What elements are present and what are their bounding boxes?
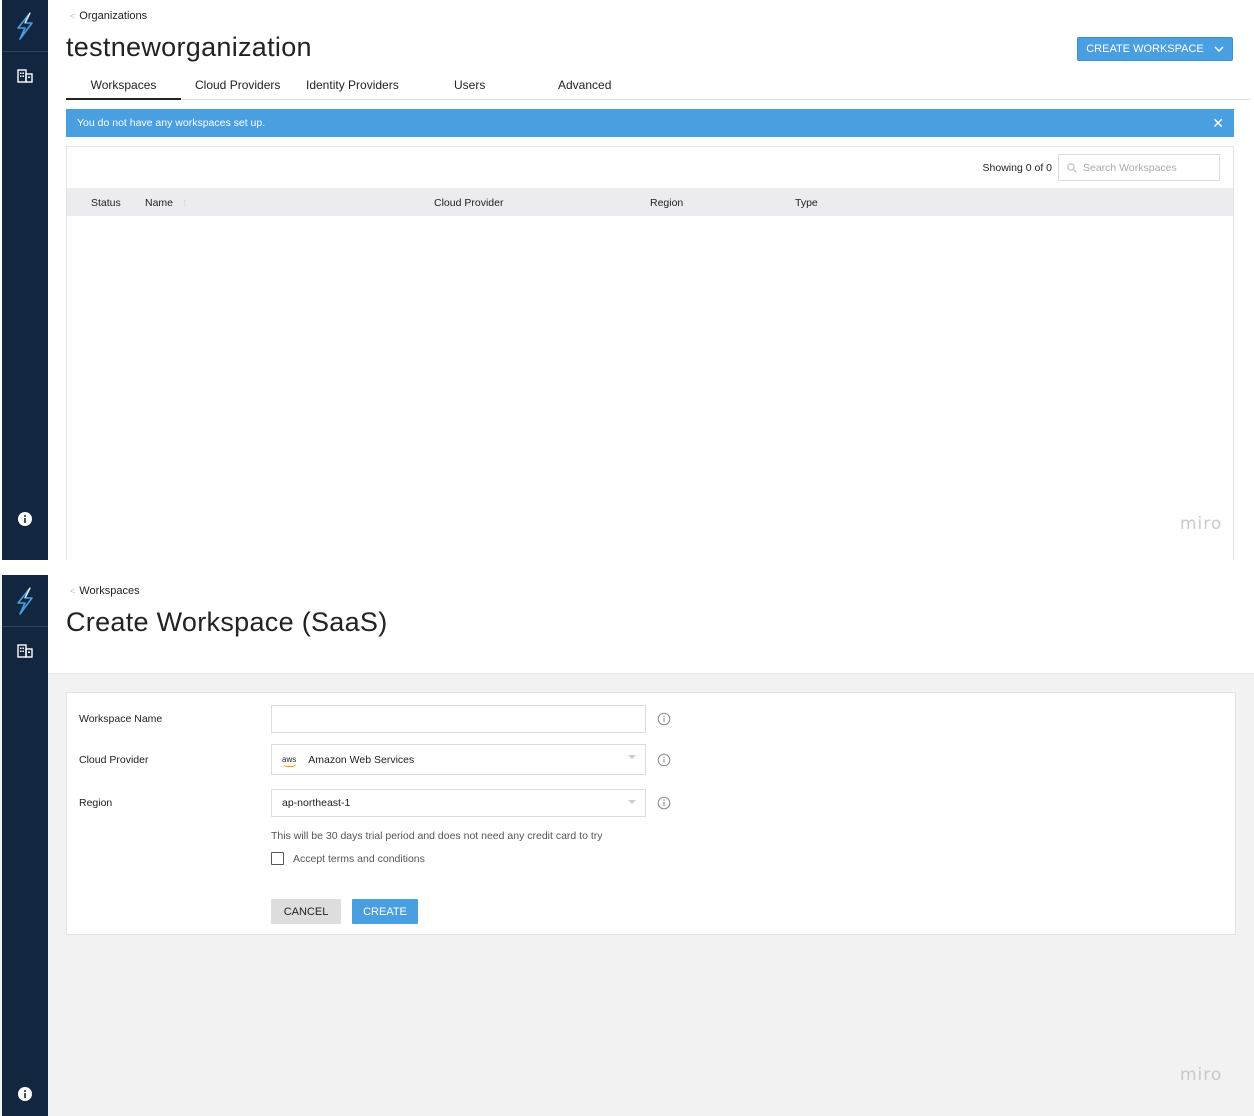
chevron-left-icon: < [70, 586, 76, 596]
chevron-left-icon: < [70, 11, 76, 21]
search-placeholder: Search Workspaces [1083, 161, 1177, 174]
accept-terms-checkbox[interactable]: Accept terms and conditions [271, 852, 425, 865]
breadcrumb-workspaces[interactable]: Workspaces [79, 585, 139, 597]
column-cloud-provider[interactable]: Cloud Provider [434, 197, 503, 209]
result-count: Showing 0 of 0 [982, 162, 1052, 174]
column-status[interactable]: Status [91, 197, 121, 209]
sidebar [2, 575, 48, 1116]
sort-arrow-up-icon: ↑ [181, 197, 188, 209]
info-alert: You do not have any workspaces set up. ✕ [66, 109, 1234, 137]
tab-bar: Workspaces Cloud Providers Identity Prov… [66, 72, 1250, 100]
cloud-provider-select[interactable]: aws Amazon Web Services [271, 744, 646, 775]
aws-logo-icon: aws [282, 754, 297, 767]
create-workspace-label: CREATE WORKSPACE [1086, 43, 1204, 55]
region-label: Region [79, 797, 113, 809]
info-outline-icon[interactable] [657, 753, 671, 767]
search-icon [1067, 162, 1077, 173]
lightning-bolt-icon[interactable] [2, 0, 48, 52]
miro-watermark: miro [1180, 514, 1223, 534]
miro-watermark: miro [1180, 1065, 1223, 1085]
page-title: testneworganization [66, 32, 312, 62]
create-button[interactable]: CREATE [352, 899, 418, 924]
breadcrumb[interactable]: < Workspaces [70, 585, 140, 597]
sidebar [2, 0, 48, 560]
accept-terms-label: Accept terms and conditions [293, 852, 425, 865]
chevron-down-icon [1214, 46, 1224, 52]
tab-identity-providers[interactable]: Identity Providers [306, 78, 399, 92]
cancel-button[interactable]: CANCEL [271, 899, 341, 924]
column-name[interactable]: Name ↑ [145, 197, 187, 209]
workspaces-table-panel: Showing 0 of 0 Search Workspaces Status … [66, 146, 1234, 560]
create-workspace-screen: < Workspaces Create Workspace (SaaS) Wor… [0, 575, 1254, 1116]
tab-users[interactable]: Users [454, 78, 485, 92]
info-circle-icon[interactable] [2, 1082, 48, 1106]
dropdown-caret-icon [628, 800, 636, 804]
info-outline-icon[interactable] [657, 796, 671, 810]
create-workspace-button[interactable]: CREATE WORKSPACE [1077, 37, 1233, 61]
column-type[interactable]: Type [795, 197, 818, 209]
tab-cloud-providers[interactable]: Cloud Providers [195, 78, 280, 92]
region-select[interactable]: ap-northeast-1 [271, 789, 646, 817]
close-icon[interactable]: ✕ [1212, 115, 1224, 132]
info-circle-icon[interactable] [2, 507, 48, 531]
organization-screen: < Organizations testneworganization CREA… [0, 0, 1254, 560]
page-title: Create Workspace (SaaS) [66, 607, 388, 637]
lightning-bolt-icon[interactable] [2, 575, 48, 627]
breadcrumb-organizations[interactable]: Organizations [79, 10, 147, 22]
search-input[interactable]: Search Workspaces [1058, 154, 1220, 181]
checkbox-box[interactable] [271, 852, 284, 865]
column-region[interactable]: Region [650, 197, 683, 209]
create-workspace-form: Workspace Name Cloud Provider aws Amazon… [66, 692, 1236, 935]
tab-workspaces[interactable]: Workspaces [66, 78, 181, 100]
dropdown-caret-icon [628, 755, 636, 759]
breadcrumb[interactable]: < Organizations [70, 10, 147, 22]
workspace-name-label: Workspace Name [79, 713, 163, 725]
building-icon[interactable] [2, 637, 48, 665]
tab-advanced[interactable]: Advanced [558, 78, 611, 92]
table-header: Status Name ↑ Cloud Provider Region Type [67, 188, 1233, 216]
building-icon[interactable] [2, 62, 48, 90]
workspace-name-input[interactable] [271, 705, 646, 733]
region-value: ap-northeast-1 [282, 797, 351, 809]
column-name-label: Name [145, 197, 174, 209]
alert-message: You do not have any workspaces set up. [77, 117, 266, 129]
cloud-provider-value: Amazon Web Services [308, 753, 415, 766]
info-outline-icon[interactable] [657, 712, 671, 726]
screen-separator [0, 560, 1254, 575]
cloud-provider-label: Cloud Provider [79, 754, 149, 766]
trial-note: This will be 30 days trial period and do… [271, 830, 603, 842]
